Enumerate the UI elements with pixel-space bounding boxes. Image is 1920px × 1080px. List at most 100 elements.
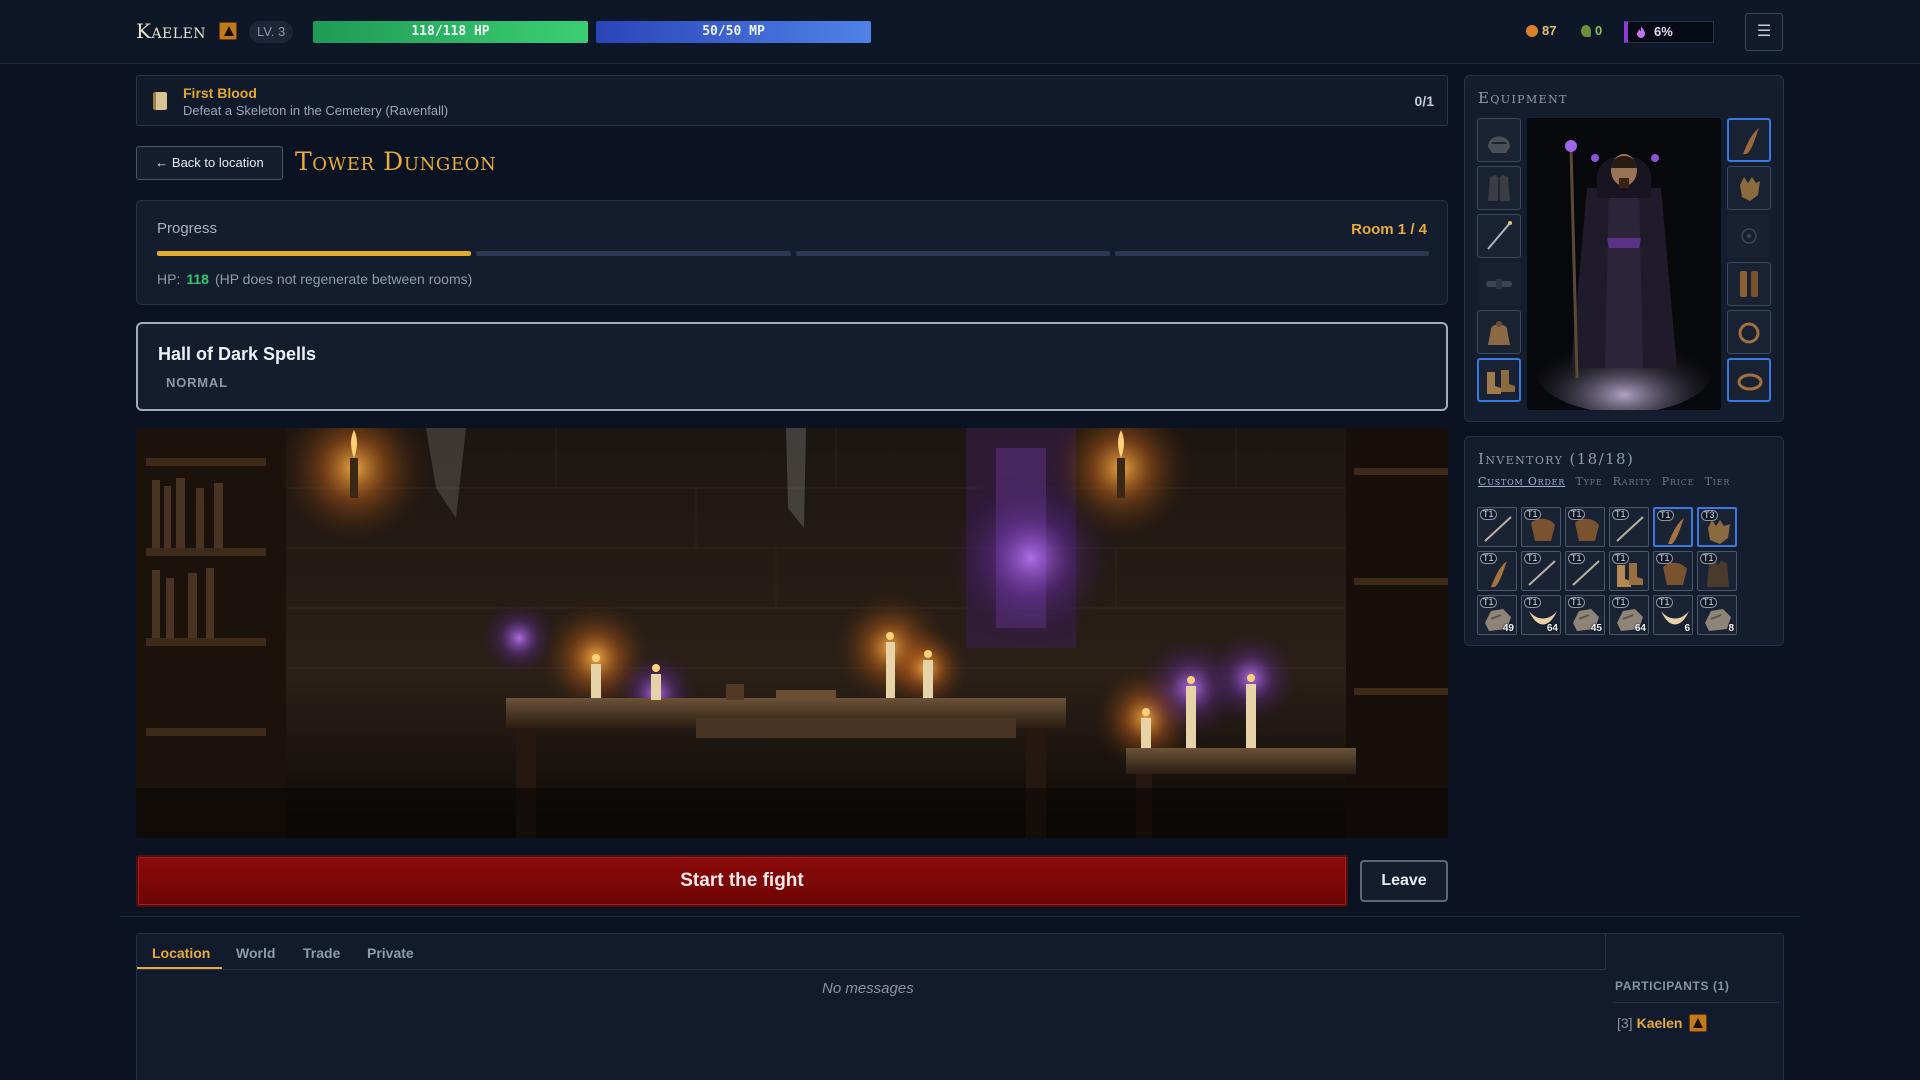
room-card: Hall of Dark Spells NORMAL <box>136 322 1448 411</box>
belt-slot[interactable] <box>1477 262 1521 306</box>
tab-location[interactable]: Location <box>152 945 210 961</box>
tab-world[interactable]: World <box>236 945 275 961</box>
mage-figure-image <box>1534 140 1714 410</box>
inventory-item[interactable]: T1 <box>1521 507 1561 547</box>
inventory-item[interactable]: T1 <box>1565 551 1605 591</box>
item-quantity: 45 <box>1590 623 1602 634</box>
progress-label: Progress <box>157 220 218 237</box>
staff-icon <box>1487 221 1512 250</box>
sort-tier[interactable]: Tier <box>1705 475 1731 488</box>
leave-button[interactable]: Leave <box>1360 860 1448 902</box>
tier-badge: T1 <box>1568 553 1585 564</box>
legs-icon <box>1740 271 1758 297</box>
participants-panel <box>1605 934 1785 970</box>
boots-slot[interactable] <box>1477 358 1521 402</box>
participants-divider <box>1613 1002 1779 1003</box>
item-quantity: 6 <box>1684 623 1690 634</box>
inventory-item[interactable]: T1 <box>1609 507 1649 547</box>
inventory-item[interactable]: T1 <box>1653 507 1693 547</box>
item-quantity: 8 <box>1728 623 1734 634</box>
back-to-location-button[interactable]: ← Back to location <box>136 146 283 180</box>
empty-slot-icon <box>1741 228 1757 244</box>
level-badge: LV. 3 <box>249 21 294 43</box>
room-difficulty: NORMAL <box>166 375 228 390</box>
tier-badge: T1 <box>1480 597 1497 608</box>
hp-value: 118 <box>186 271 209 287</box>
inventory-title: Inventory (18/18) <box>1478 450 1635 468</box>
sort-custom-order[interactable]: Custom Order <box>1478 475 1565 488</box>
top-bar: Kaelen LV. 3 118/118 HP 50/50 MP 87 0 6%… <box>0 0 1920 64</box>
inventory-item[interactable]: T1 <box>1565 507 1605 547</box>
inventory-item[interactable]: T1 6 <box>1653 595 1693 635</box>
tier-badge: T1 <box>1657 510 1674 521</box>
sort-type[interactable]: Type <box>1575 475 1602 488</box>
item-quantity: 64 <box>1546 623 1558 634</box>
tier-badge: T1 <box>1700 553 1717 564</box>
empty-belt-icon <box>1486 279 1512 289</box>
inventory-panel: Inventory (18/18) Custom Order Type Rari… <box>1464 436 1784 646</box>
inventory-item[interactable]: T1 <box>1609 551 1649 591</box>
armor-icon <box>1488 175 1510 201</box>
progress-card: Progress Room 1 / 4 HP: 118 (HP does not r… <box>136 200 1448 305</box>
leaves-value: 0 <box>1595 23 1603 38</box>
participant-name: Kaelen <box>1636 1015 1683 1031</box>
tier-badge: T1 <box>1480 553 1497 564</box>
offhand-slot[interactable] <box>1727 118 1771 162</box>
boots-icon <box>1487 370 1515 394</box>
tier-badge: T1 <box>1524 509 1541 520</box>
legs-slot[interactable] <box>1727 262 1771 306</box>
quest-tracker[interactable]: First Blood Defeat a Skeleton in the Cem… <box>136 75 1448 126</box>
inventory-item[interactable]: T1 45 <box>1565 595 1605 635</box>
inventory-item[interactable]: T1 64 <box>1521 595 1561 635</box>
ring-icon <box>1738 322 1760 344</box>
tier-badge: T1 <box>1656 597 1673 608</box>
tier-badge: T1 <box>1524 597 1541 608</box>
class-icon <box>1688 1014 1707 1032</box>
inventory-item[interactable]: T1 <box>1653 551 1693 591</box>
ring-slot-2[interactable] <box>1727 358 1771 402</box>
tier-badge: T1 <box>1480 509 1497 520</box>
helmet-icon <box>1488 136 1510 153</box>
inventory-item[interactable]: T1 <box>1521 551 1561 591</box>
armor-slot[interactable] <box>1477 166 1521 210</box>
tab-trade[interactable]: Trade <box>303 945 340 961</box>
inventory-sort-options: Custom Order Type Rarity Price Tier <box>1478 475 1736 488</box>
tab-private[interactable]: Private <box>367 945 414 961</box>
inventory-item[interactable]: T1 <box>1477 507 1517 547</box>
sort-price[interactable]: Price <box>1662 475 1695 488</box>
ring-slot-1[interactable] <box>1727 310 1771 354</box>
character-portrait <box>1527 118 1721 410</box>
tier-badge: T1 <box>1524 553 1541 564</box>
coins-counter: 87 <box>1526 22 1556 40</box>
start-fight-button[interactable]: Start the fight <box>136 855 1348 907</box>
tier-badge: T1 <box>1568 597 1585 608</box>
coin-icon <box>1526 25 1538 37</box>
participant-level: [3] <box>1617 1015 1633 1031</box>
inventory-item[interactable]: T1 64 <box>1609 595 1649 635</box>
active-tab-indicator <box>137 967 222 969</box>
gloves-slot[interactable] <box>1727 166 1771 210</box>
item-quantity: 49 <box>1502 623 1514 634</box>
participants-title: PARTICIPANTS (1) <box>1615 979 1730 993</box>
inventory-item[interactable]: T1 8 <box>1697 595 1737 635</box>
leaf-icon <box>1581 25 1591 37</box>
inventory-item[interactable]: T1 <box>1477 551 1517 591</box>
tier-badge: T1 <box>1656 553 1673 564</box>
weapon-slot[interactable] <box>1477 214 1521 258</box>
hp-note: (HP does not regenerate between rooms) <box>214 271 473 287</box>
inventory-item[interactable]: T1 <box>1697 551 1737 591</box>
bag-slot[interactable] <box>1477 310 1521 354</box>
quest-description: Defeat a Skeleton in the Cemetery (Raven… <box>183 103 449 118</box>
room-scene-image <box>136 428 1448 838</box>
menu-button[interactable]: ☰ <box>1745 13 1783 51</box>
inventory-item[interactable]: T1 49 <box>1477 595 1517 635</box>
room-progress-segment <box>1114 251 1429 256</box>
participant-row[interactable]: [3] Kaelen <box>1617 1014 1707 1032</box>
inventory-item[interactable]: T3 <box>1697 507 1737 547</box>
helmet-slot[interactable] <box>1477 118 1521 162</box>
no-messages-text: No messages <box>822 980 914 997</box>
sort-rarity[interactable]: Rarity <box>1613 475 1652 488</box>
empty-slot[interactable] <box>1727 214 1771 258</box>
tier-badge: T1 <box>1612 597 1629 608</box>
character-name: Kaelen <box>136 19 207 43</box>
